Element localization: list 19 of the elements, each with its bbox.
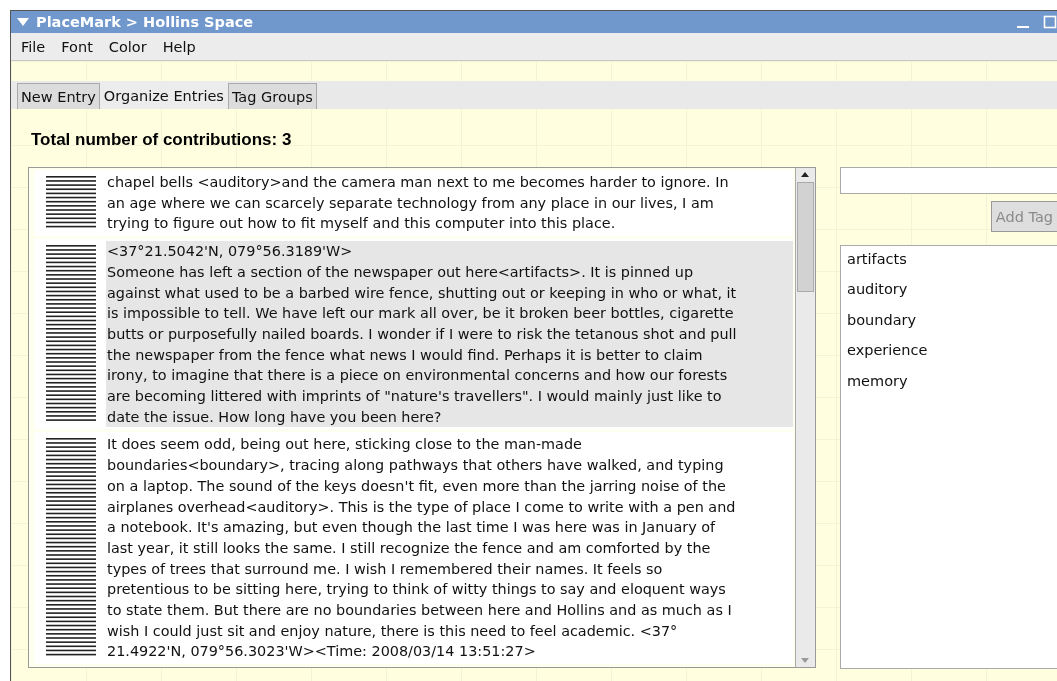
tab[interactable]: New Entry (17, 83, 100, 109)
tag-input-field[interactable] (840, 167, 1057, 194)
tab[interactable]: Tag Groups (227, 83, 317, 109)
tag-item[interactable]: experience (847, 342, 1057, 373)
window-menu-icon[interactable] (17, 18, 29, 26)
menu-item[interactable]: Color (108, 38, 147, 55)
window-title: PlaceMark > Hollins Space (36, 14, 255, 30)
menu-item[interactable]: Help (162, 38, 196, 55)
scroll-thumb[interactable] (797, 182, 814, 292)
tag-item[interactable]: memory (847, 372, 1057, 403)
tag-item[interactable]: auditory (847, 281, 1057, 312)
tag-item[interactable]: boundary (847, 311, 1057, 343)
maximize-icon[interactable] (1043, 15, 1057, 29)
tag-item[interactable]: artifacts (847, 251, 1057, 282)
menu-item[interactable]: Font (61, 38, 93, 55)
entry-text[interactable]: <37°21.5042'N, 079°56.3189'W> Someone has left a section of the newspaper out here<artifacts>. It is pinned up against what used to be a barbed wire fence, shutting out or keeping in who or what, it is impossible to tell. We have left our mark all over, be it broken beer bottles, cigarette butts or purposefully nailed boards. I wonder if I were to risk the tetanous shot and pull the newspaper from the fence what news I would find. Perhaps it is better to claim irony, to imagine that there is a piece on environmental concerns and how our forests are becoming littered with imprints of "nature's travellers". I would mainly just like to date the issue. How long have you been here? (106, 241, 793, 428)
contributions-heading: Total number of contributions: 3 (30, 129, 293, 149)
scrollbar[interactable] (795, 168, 815, 667)
menu-item[interactable]: File (21, 38, 46, 55)
